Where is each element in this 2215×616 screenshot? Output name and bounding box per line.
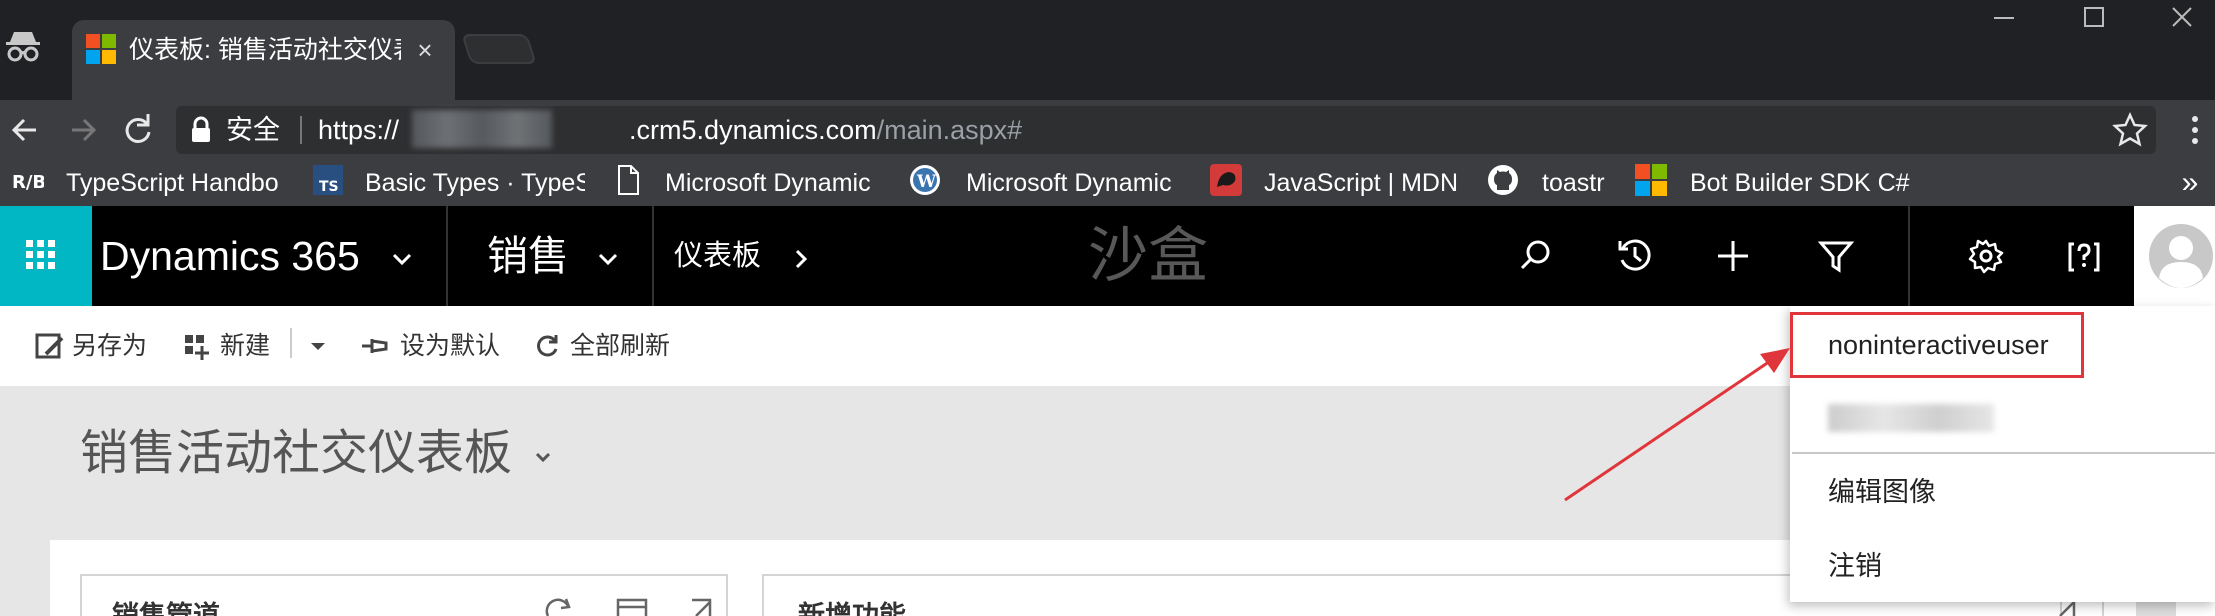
edit-image-menu-item[interactable]: 编辑图像: [1828, 462, 1936, 522]
search-icon[interactable]: [1505, 226, 1565, 286]
expand-icon[interactable]: [684, 596, 720, 616]
browser-menu-icon[interactable]: [2180, 108, 2210, 152]
navbar-divider: [1908, 206, 1910, 306]
gear-icon[interactable]: [1956, 226, 2016, 286]
waffle-icon: [26, 240, 55, 269]
chevron-down-icon[interactable]: [593, 244, 623, 274]
refresh-all-button[interactable]: 全部刷新: [570, 306, 670, 386]
microsoft-icon: [1634, 163, 1668, 197]
page-title[interactable]: 销售活动社交仪表板: [80, 414, 512, 494]
breadcrumb[interactable]: 仪表板: [674, 206, 761, 306]
new-tab-button[interactable]: [461, 34, 537, 64]
bookmark-item[interactable]: toastr: [1542, 160, 1622, 206]
bookmark-item[interactable]: TypeScript Handbo: [66, 160, 286, 206]
caret-down-icon[interactable]: [302, 330, 334, 362]
chevron-down-icon[interactable]: [528, 442, 558, 472]
save-as-button[interactable]: 另存为: [72, 306, 147, 386]
maximize-button[interactable]: [2062, 0, 2126, 36]
microsoft-logo-icon: [86, 34, 116, 64]
filter-icon[interactable]: [1806, 226, 1866, 286]
brand-title[interactable]: Dynamics 365: [100, 206, 360, 306]
refresh-icon[interactable]: [540, 596, 576, 616]
security-label: 安全: [226, 115, 280, 145]
help-icon[interactable]: [2054, 226, 2114, 286]
close-window-button[interactable]: [2150, 0, 2214, 36]
svg-text:W: W: [916, 172, 937, 192]
github-icon: [1486, 163, 1520, 197]
new-icon: [182, 330, 214, 362]
page-icon: [611, 163, 645, 197]
save-as-icon: [34, 330, 66, 362]
bookmark-item[interactable]: Microsoft Dynamic: [966, 160, 1186, 206]
svg-text:TS: TS: [319, 179, 339, 195]
incognito-icon: [4, 26, 42, 64]
wordpress-icon: W: [908, 163, 942, 197]
back-icon[interactable]: [0, 100, 52, 160]
environment-label: 沙盒: [1088, 222, 1208, 289]
svg-text:R/B: R/B: [12, 172, 44, 193]
navbar-divider: [446, 206, 448, 306]
new-button[interactable]: 新建: [220, 306, 270, 386]
sign-out-menu-item[interactable]: 注销: [1828, 536, 1882, 596]
card-title: 新增功能: [798, 601, 906, 616]
plus-icon[interactable]: [1703, 226, 1763, 286]
tab-title: 仪表板: 销售活动社交仪表: [129, 36, 401, 64]
user-avatar-button[interactable]: [2134, 206, 2215, 306]
minimize-button[interactable]: [1972, 0, 2036, 36]
redacted-organization: [1828, 404, 1994, 432]
command-divider: [290, 328, 292, 358]
tab-close-button[interactable]: ×: [410, 30, 440, 70]
bookmark-item[interactable]: Microsoft Dynamic: [665, 160, 885, 206]
pin-icon: [360, 330, 392, 362]
avatar: [2149, 224, 2213, 288]
bookmark-item[interactable]: JavaScript | MDN: [1264, 160, 1484, 206]
refresh-icon: [532, 330, 564, 362]
typescript-icon: TS: [311, 163, 345, 197]
navbar-divider: [652, 206, 654, 306]
highlight-box: [1790, 312, 2084, 378]
card-title: 销售管道: [112, 601, 220, 616]
typescript-handbook-icon: R/B: [10, 163, 44, 197]
lock-icon: [190, 116, 212, 144]
set-default-button[interactable]: 设为默认: [400, 306, 500, 386]
chevron-right-icon[interactable]: [786, 244, 816, 274]
reload-icon[interactable]: [112, 100, 164, 160]
bookmark-star-icon[interactable]: [2108, 108, 2152, 152]
address-divider: [300, 116, 302, 144]
bookmark-item[interactable]: Basic Types · TypeS: [365, 160, 585, 206]
mdn-icon: [1209, 163, 1243, 197]
forward-icon[interactable]: [58, 100, 110, 160]
redacted-hostname: [412, 110, 552, 148]
bookmark-item[interactable]: Bot Builder SDK C#: [1690, 160, 1912, 206]
menu-divider: [1792, 452, 2215, 454]
view-records-icon[interactable]: [614, 596, 650, 616]
history-icon[interactable]: [1605, 226, 1665, 286]
bookmarks-overflow-button[interactable]: »: [2170, 160, 2210, 206]
chevron-down-icon[interactable]: [387, 244, 417, 274]
app-launcher-button[interactable]: [0, 206, 92, 306]
app-name[interactable]: 销售: [487, 206, 569, 306]
arrow-annotation: [1560, 340, 1800, 505]
